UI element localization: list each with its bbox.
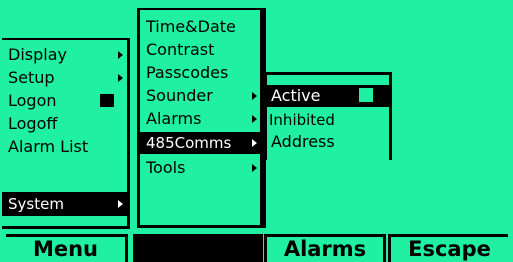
comms-item-active-label: Active (271, 86, 321, 105)
menu-item-alarm-list[interactable]: Alarm List (2, 134, 127, 160)
alarms-softkey[interactable]: Alarms (264, 234, 386, 262)
submenu-item-485comms-label: 485Comms (146, 134, 232, 152)
comms-item-inhibited[interactable]: Inhibited (267, 109, 389, 131)
comms-item-address[interactable]: Address (267, 131, 389, 153)
comms-item-address-label: Address (271, 132, 335, 151)
submenu-item-alarms-label: Alarms (146, 109, 202, 128)
chevron-right-icon (118, 74, 123, 82)
comms-item-active[interactable]: Active (267, 85, 389, 107)
status-square-icon (100, 94, 114, 107)
submenu-item-tools[interactable]: Tools (140, 155, 260, 181)
submenu-item-alarms[interactable]: Alarms (140, 106, 260, 132)
chevron-right-icon (252, 115, 257, 123)
main-menu-panel: Display Setup Logon Logoff Alarm List Sy… (2, 38, 130, 229)
comms-item-inhibited-label: Inhibited (269, 111, 335, 129)
chevron-right-icon (118, 51, 123, 59)
submenu-item-485comms[interactable]: 485Comms (140, 132, 260, 154)
menu-item-system-label: System (8, 195, 64, 213)
alarms-softkey-label: Alarms (283, 237, 367, 261)
menu-item-system[interactable]: System (2, 192, 127, 216)
menu-softkey[interactable]: Menu (6, 234, 128, 262)
checkbox-icon (359, 88, 373, 102)
menu-item-alarm-list-label: Alarm List (8, 137, 89, 156)
comms-submenu-panel: Active Inhibited Address (264, 72, 392, 160)
submenu-item-tools-label: Tools (146, 158, 186, 177)
chevron-right-icon (118, 200, 123, 208)
chevron-right-icon (252, 92, 257, 100)
escape-softkey[interactable]: Escape (388, 234, 508, 262)
blank-softkey[interactable] (133, 234, 263, 262)
escape-softkey-label: Escape (408, 237, 491, 261)
settings-submenu-panel: Time&Date Contrast Passcodes Sounder Ala… (137, 8, 266, 228)
chevron-right-icon (252, 164, 257, 172)
menu-softkey-label: Menu (32, 237, 99, 261)
chevron-right-icon (252, 139, 257, 147)
